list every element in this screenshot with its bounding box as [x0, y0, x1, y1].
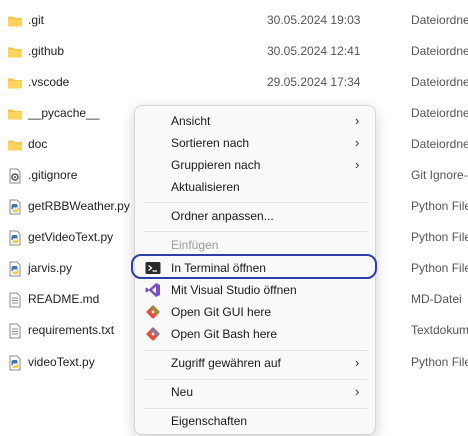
text-file-icon — [9, 292, 21, 308]
file-name: __pycache__ — [28, 106, 100, 120]
menu-item-open-git-bash[interactable]: Open Git Bash here — [135, 323, 375, 345]
menu-item-new[interactable]: Neu › — [135, 381, 375, 403]
python-file-icon — [9, 355, 21, 371]
menu-separator — [143, 379, 367, 380]
file-name: .gitignore — [28, 168, 78, 182]
file-type: Python File — [411, 230, 468, 244]
menu-item-grant-access[interactable]: Zugriff gewähren auf › — [135, 352, 375, 374]
python-file-icon — [9, 261, 21, 277]
menu-item-customize-folder[interactable]: Ordner anpassen... — [135, 205, 375, 227]
menu-item-label: Sortieren nach — [171, 136, 250, 150]
file-type: Dateiordne — [411, 75, 468, 89]
folder-icon — [8, 109, 22, 120]
menu-item-view[interactable]: Ansicht › — [135, 110, 375, 132]
menu-item-label: Neu — [171, 385, 194, 399]
file-name: README.md — [28, 292, 100, 306]
file-row[interactable]: .github 30.05.2024 12:41 Dateiordne — [0, 40, 468, 64]
file-name: .github — [28, 44, 65, 58]
chevron-right-icon: › — [355, 384, 360, 399]
menu-item-properties[interactable]: Eigenschaften — [135, 410, 375, 432]
file-name: getRBBWeather.py — [28, 199, 130, 213]
chevron-right-icon: › — [355, 113, 360, 128]
menu-item-label: Mit Visual Studio öffnen — [171, 283, 297, 297]
menu-item-label: Ansicht — [171, 114, 211, 128]
menu-item-label: Eigenschaften — [171, 414, 248, 428]
folder-icon — [8, 78, 22, 89]
menu-item-open-git-gui[interactable]: Open Git GUI here — [135, 301, 375, 323]
folder-icon — [8, 140, 22, 151]
python-file-icon — [9, 199, 21, 215]
menu-item-label: Open Git GUI here — [171, 305, 272, 319]
gear-file-icon — [9, 168, 21, 184]
file-type: Dateiordne — [411, 106, 468, 120]
file-date: 29.05.2024 17:34 — [267, 75, 361, 89]
file-name: getVideoText.py — [28, 230, 114, 244]
file-type: Textdokum — [411, 323, 468, 337]
menu-item-group-by[interactable]: Gruppieren nach › — [135, 154, 375, 176]
menu-item-label: Aktualisieren — [171, 180, 240, 194]
text-file-icon — [9, 323, 21, 339]
file-type: Python File — [411, 199, 468, 213]
file-row[interactable]: .git 30.05.2024 19:03 Dateiordne — [0, 9, 468, 33]
file-name: .vscode — [28, 75, 70, 89]
file-name: jarvis.py — [28, 261, 73, 275]
file-type: Git Ignore- — [411, 168, 468, 182]
file-row[interactable]: .vscode 29.05.2024 17:34 Dateiordne — [0, 71, 468, 95]
menu-item-refresh[interactable]: Aktualisieren — [135, 176, 375, 198]
file-type: Dateiordne — [411, 13, 468, 27]
menu-item-label: Zugriff gewähren auf — [171, 356, 281, 370]
menu-item-label: Gruppieren nach — [171, 158, 261, 172]
folder-icon — [8, 47, 22, 58]
file-type: Dateiordne — [411, 44, 468, 58]
menu-item-open-with-visual-studio[interactable]: Mit Visual Studio öffnen — [135, 279, 375, 301]
folder-icon — [8, 16, 22, 27]
menu-item-label: Einfügen — [171, 238, 219, 252]
visual-studio-icon — [145, 283, 160, 297]
file-type: Python File — [411, 261, 468, 275]
menu-item-sort-by[interactable]: Sortieren nach › — [135, 132, 375, 154]
file-type: MD-Datei — [411, 292, 462, 306]
chevron-right-icon: › — [355, 355, 360, 370]
python-file-icon — [9, 230, 21, 246]
file-name: doc — [28, 137, 48, 151]
file-type: Python File — [411, 355, 468, 369]
highlight-annotation — [131, 254, 377, 279]
menu-separator — [143, 231, 367, 232]
file-date: 30.05.2024 12:41 — [267, 44, 361, 58]
git-icon — [146, 326, 161, 341]
file-name: requirements.txt — [28, 323, 115, 337]
menu-separator — [143, 202, 367, 203]
menu-item-paste: Einfügen — [135, 234, 375, 256]
file-name: videoText.py — [28, 355, 95, 369]
chevron-right-icon: › — [355, 135, 360, 150]
menu-separator — [143, 408, 367, 409]
git-icon — [146, 304, 161, 319]
chevron-right-icon: › — [355, 157, 360, 172]
menu-separator — [143, 350, 367, 351]
menu-item-label: Ordner anpassen... — [171, 209, 274, 223]
file-type: Dateiordne — [411, 137, 468, 151]
file-date: 30.05.2024 19:03 — [267, 13, 361, 27]
menu-item-label: Open Git Bash here — [171, 327, 278, 341]
file-name: .git — [28, 13, 45, 27]
